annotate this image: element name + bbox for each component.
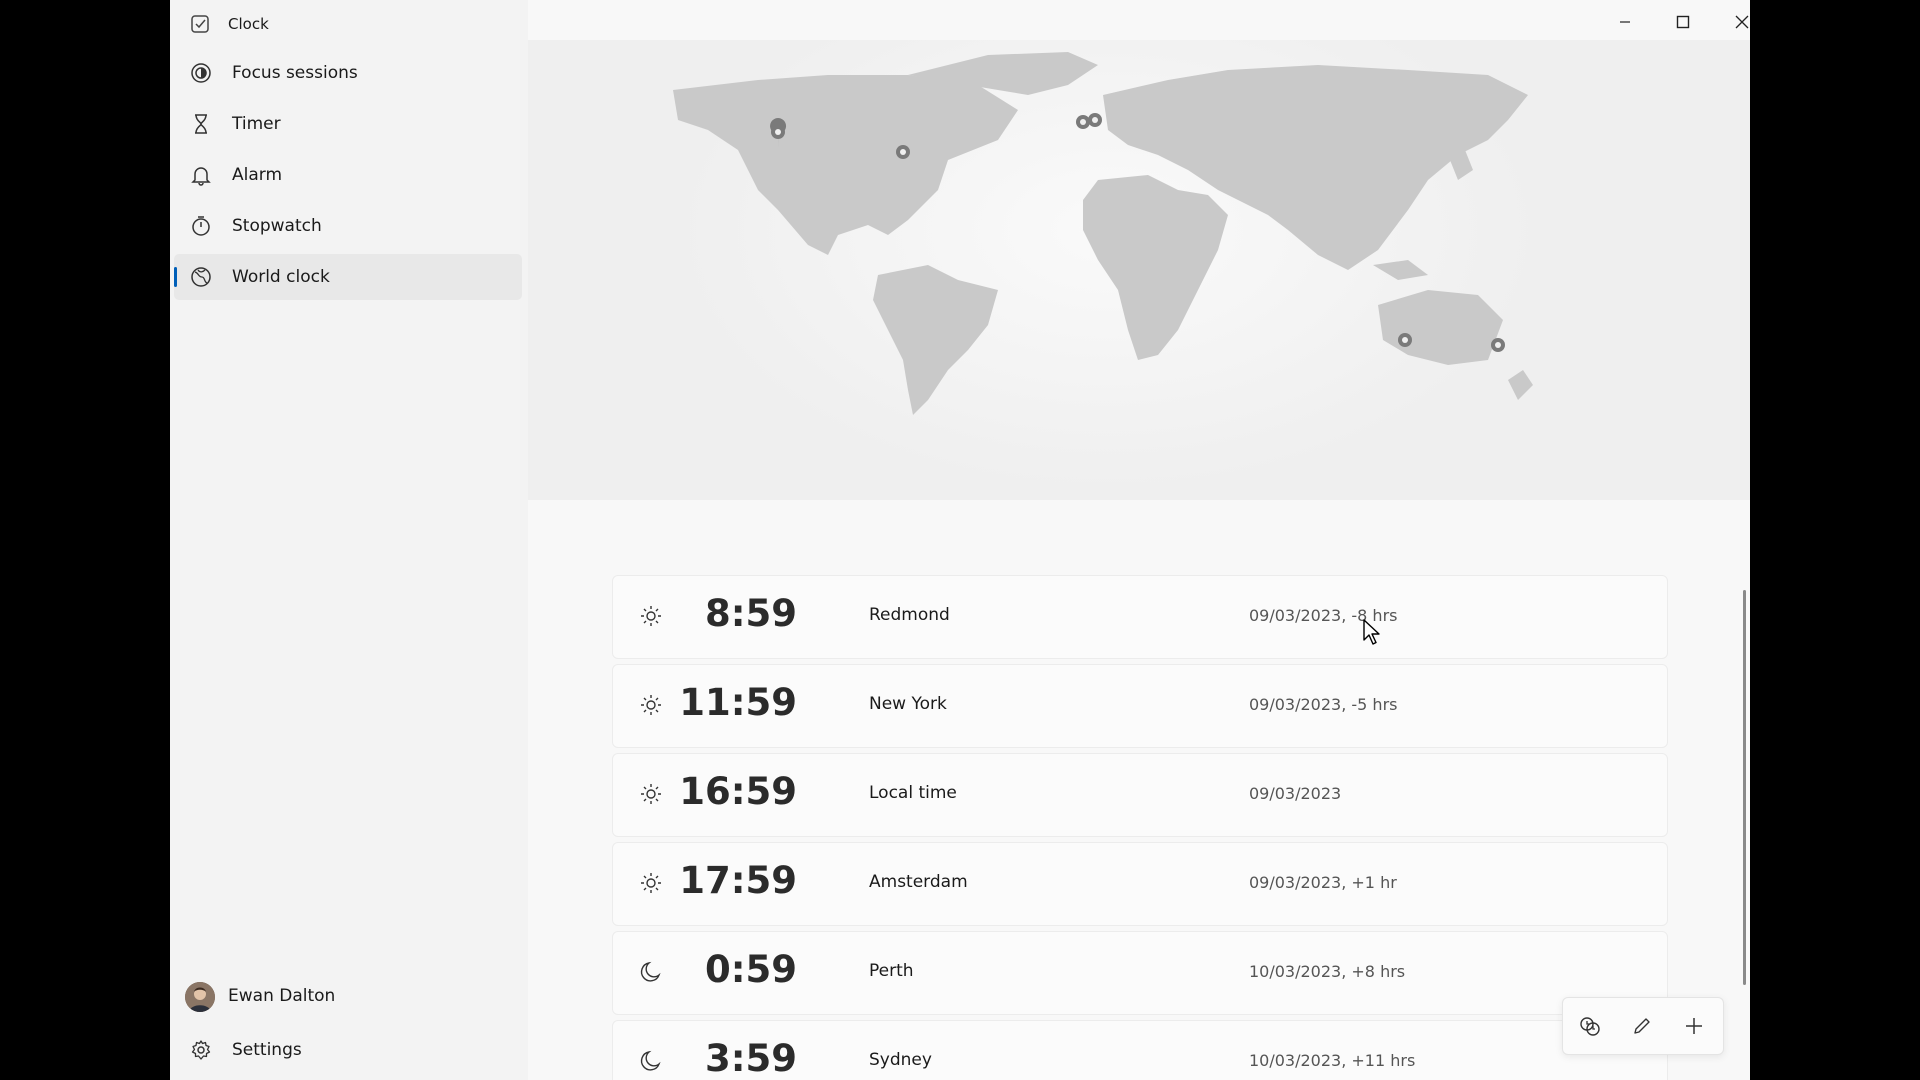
nav-label: Timer	[232, 114, 281, 134]
minimize-button[interactable]	[1602, 6, 1648, 38]
nav-item-focus-sessions[interactable]: Focus sessions	[174, 50, 522, 96]
gear-icon	[191, 1040, 211, 1060]
clock-date-offset: 10/03/2023, +11 hrs	[1249, 1051, 1416, 1070]
hourglass-icon	[195, 114, 207, 134]
clock-date-offset: 09/03/2023	[1249, 784, 1342, 803]
nav-item-world-clock[interactable]: World clock	[174, 254, 522, 300]
compare-button[interactable]	[1573, 1009, 1607, 1043]
maximize-icon	[1676, 15, 1690, 29]
plus-icon	[1686, 1018, 1702, 1034]
avatar-image	[185, 982, 215, 1012]
nav-label: Alarm	[232, 165, 283, 185]
nav-item-settings[interactable]: Settings	[174, 1027, 522, 1073]
avatar[interactable]	[185, 982, 215, 1012]
nav-item-stopwatch[interactable]: Stopwatch	[174, 203, 522, 249]
nav-label: Focus sessions	[232, 63, 358, 83]
nav-item-timer[interactable]: Timer	[174, 101, 522, 147]
clock-date-offset: 10/03/2023, +8 hrs	[1249, 962, 1406, 981]
nav-label: Settings	[232, 1040, 302, 1060]
clock-time: 17:59	[679, 859, 797, 902]
clock-row-redmond[interactable]: 8:59 Redmond 09/03/2023, -8 hrs	[612, 575, 1668, 659]
app-title: Clock	[228, 15, 269, 33]
clock-city: New York	[869, 694, 947, 714]
clock-row-perth[interactable]: 0:59 Perth 10/03/2023, +8 hrs	[612, 931, 1668, 1015]
clock-row-sydney[interactable]: 3:59 Sydney 10/03/2023, +11 hrs	[612, 1020, 1668, 1080]
bell-icon	[191, 167, 211, 186]
clock-window: Clock Focus sessions Timer Alarm Stopwat…	[170, 0, 1750, 1080]
clock-city: Sydney	[869, 1050, 932, 1070]
clock-date-offset: 09/03/2023, +1 hr	[1249, 873, 1397, 892]
nav-item-alarm[interactable]: Alarm	[174, 152, 522, 198]
nav-label: World clock	[232, 267, 330, 287]
sun-icon	[641, 695, 661, 715]
clock-time: 11:59	[679, 681, 797, 724]
selection-indicator	[174, 267, 177, 287]
title-bar: Clock	[170, 0, 528, 48]
globe-icon	[191, 267, 211, 287]
clock-city: Perth	[869, 961, 914, 981]
mouse-cursor-icon	[1363, 619, 1380, 645]
moon-icon	[640, 1050, 661, 1071]
clock-row-new-york[interactable]: 11:59 New York 09/03/2023, -5 hrs	[612, 664, 1668, 748]
world-clock-list: 8:59 Redmond 09/03/2023, -8 hrs 11:59 Ne…	[612, 575, 1668, 1080]
clock-time: 3:59	[704, 1037, 797, 1080]
world-clock-toolbar	[1562, 997, 1724, 1055]
clock-city: Local time	[869, 783, 957, 803]
clock-app-icon	[191, 15, 209, 33]
stopwatch-icon	[192, 216, 210, 236]
maximize-button[interactable]	[1660, 6, 1706, 38]
pencil-icon	[1634, 1018, 1650, 1034]
clock-time: 8:59	[704, 592, 797, 635]
sun-icon	[641, 784, 661, 804]
clock-date-offset: 09/03/2023, -5 hrs	[1249, 695, 1398, 714]
sun-icon	[641, 606, 661, 626]
sun-icon	[641, 873, 661, 893]
moon-icon	[640, 961, 661, 982]
edit-button[interactable]	[1625, 1009, 1659, 1043]
sidebar: Clock Focus sessions Timer Alarm Stopwat…	[170, 0, 528, 1080]
world-map	[528, 40, 1750, 500]
clock-city: Redmond	[869, 605, 950, 625]
clock-city: Amsterdam	[869, 872, 968, 892]
add-city-button[interactable]	[1677, 1009, 1711, 1043]
clock-row-amsterdam[interactable]: 17:59 Amsterdam 09/03/2023, +1 hr	[612, 842, 1668, 926]
close-button[interactable]	[1719, 6, 1750, 38]
compare-clocks-icon	[1580, 1017, 1600, 1036]
clock-time: 0:59	[704, 948, 797, 991]
close-icon	[1735, 15, 1749, 29]
focus-icon	[191, 63, 211, 83]
nav-label: Stopwatch	[232, 216, 322, 236]
minimize-icon	[1620, 21, 1630, 23]
user-name[interactable]: Ewan Dalton	[228, 986, 335, 1006]
world-map-graphic	[673, 40, 1538, 490]
clock-row-local-time[interactable]: 16:59 Local time 09/03/2023	[612, 753, 1668, 837]
clock-time: 16:59	[679, 770, 797, 813]
scrollbar[interactable]	[1743, 590, 1746, 985]
main-content: 8:59 Redmond 09/03/2023, -8 hrs 11:59 Ne…	[528, 0, 1750, 1080]
